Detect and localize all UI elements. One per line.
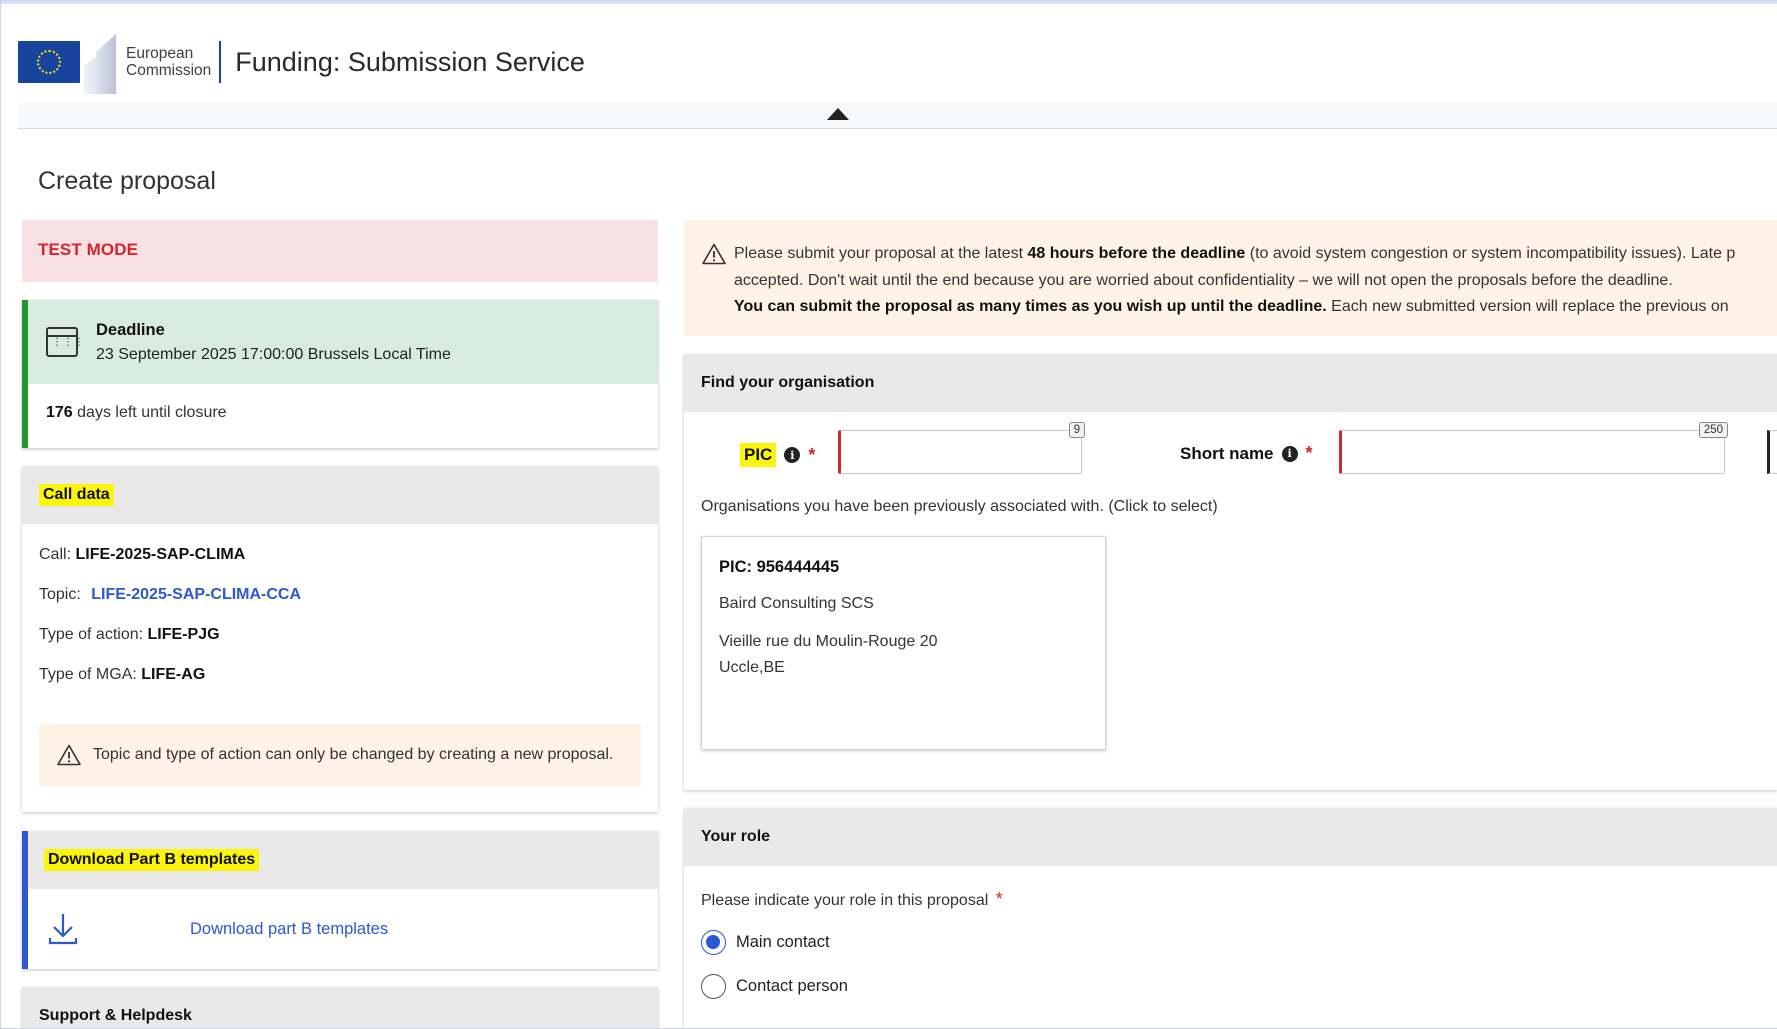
short-name-required-mark: * <box>1305 443 1313 463</box>
org-city: Uccle,BE <box>719 659 785 676</box>
contact-person-label: Contact person <box>736 976 848 995</box>
notice-line-3-b: Each new submitted version will replace … <box>1326 298 1729 315</box>
mga-type-value: LIFE-AG <box>141 666 206 683</box>
topic-change-warning-text: Topic and type of action can only be cha… <box>93 746 614 763</box>
pic-label: PIC i * <box>740 443 815 467</box>
pic-required-mark: * <box>808 444 816 465</box>
short-name-label-text: Short name <box>1180 443 1274 463</box>
org-address: Vieille rue du Moulin-Rouge 20 Uccle,BE <box>719 629 1088 681</box>
notice-line-3: You can submit the proposal as many time… <box>734 294 1777 321</box>
role-question: Please indicate your role in this propos… <box>684 866 1777 910</box>
mga-type-row: Type of MGA: LIFE-AG <box>39 666 641 706</box>
pic-info-icon[interactable]: i <box>784 447 801 463</box>
notice-line-1-c: (to avoid system congestion or system in… <box>1245 245 1736 262</box>
short-name-label: Short name i * <box>1180 443 1313 464</box>
app-header: European Commission Funding: Submission … <box>18 22 1758 102</box>
notice-line-1: Please submit your proposal at the lates… <box>734 241 1777 268</box>
role-option-contact-person[interactable]: Contact person <box>684 964 1777 1008</box>
warning-icon <box>702 243 726 265</box>
pic-label-text: PIC <box>740 443 777 467</box>
role-question-text: Please indicate your role in this propos… <box>701 892 989 909</box>
org-pic: PIC: 956444445 <box>719 558 840 576</box>
main-contact-label: Main contact <box>736 932 830 951</box>
support-heading: Support & Helpdesk <box>22 987 658 1029</box>
notice-line-1-bold: 48 hours before the deadline <box>1027 245 1246 262</box>
deadline-notice: Please submit your proposal at the lates… <box>684 220 1777 336</box>
your-role-heading: Your role <box>684 808 1777 866</box>
deadline-title: Deadline <box>96 320 165 339</box>
main-contact-radio[interactable] <box>701 929 726 955</box>
deadline-header: Deadline 23 September 2025 17:00:00 Brus… <box>28 300 658 384</box>
download-templates-heading: Download Part B templates <box>28 831 658 889</box>
org-search-fields: PIC i * 9 Short name i * 250 <box>684 412 1777 492</box>
warning-icon <box>57 744 81 766</box>
action-type-row: Type of action: LIFE-PJG <box>39 626 641 666</box>
role-required-mark: * <box>995 889 1003 909</box>
berlaymont-icon <box>80 30 120 94</box>
days-left: 176 days left until closure <box>28 384 658 442</box>
download-templates-title: Download Part B templates <box>44 849 260 871</box>
notice-line-1-a: Please submit your proposal at the lates… <box>734 245 1028 262</box>
call-value: LIFE-2025-SAP-CLIMA <box>75 546 246 563</box>
topic-label: Topic: <box>39 586 81 603</box>
call-data-card: Call data Call: LIFE-2025-SAP-CLIMA Topi… <box>22 466 658 812</box>
short-name-info-icon[interactable]: i <box>1281 445 1298 462</box>
pic-char-counter: 9 <box>1068 422 1085 438</box>
short-name-char-counter: 250 <box>1698 422 1728 438</box>
notice-line-2: accepted. Don't wait until the end becau… <box>734 271 1673 289</box>
download-icon[interactable] <box>48 912 78 946</box>
find-organisation-heading: Find your organisation <box>684 354 1777 412</box>
page-title: Create proposal <box>38 167 216 195</box>
app-title: Funding: Submission Service <box>235 46 585 77</box>
screen: European Commission Funding: Submission … <box>0 0 1777 1029</box>
org-street: Vieille rue du Moulin-Rouge 20 <box>719 633 938 650</box>
legal-name-input-edge[interactable] <box>1767 430 1777 474</box>
ec-logo[interactable]: European Commission <box>18 30 211 94</box>
ec-logo-text: European Commission <box>126 45 211 79</box>
eu-flag-icon <box>18 41 80 83</box>
pic-input[interactable]: 9 <box>838 422 1085 474</box>
logo-line-2: Commission <box>126 62 212 79</box>
org-name: Baird Consulting SCS <box>719 595 874 612</box>
call-data-title: Call data <box>39 484 114 506</box>
topic-row: Topic: LIFE-2025-SAP-CLIMA-CCA <box>39 586 641 626</box>
call-label: Call: <box>39 546 72 563</box>
previous-orgs-hint: Organisations you have been previously a… <box>701 498 1218 515</box>
header-collapse-bar <box>18 102 1777 129</box>
action-type-label: Type of action: <box>39 626 144 643</box>
your-role-panel: Your role Please indicate your role in t… <box>684 808 1777 1029</box>
collapse-header-icon[interactable] <box>827 108 849 120</box>
notice-line-3-bold: You can submit the proposal as many time… <box>734 298 1327 315</box>
call-data-heading: Call data <box>22 466 658 524</box>
organisation-option-card[interactable]: PIC: 956444445 Baird Consulting SCS Viei… <box>701 536 1106 750</box>
deadline-card: Deadline 23 September 2025 17:00:00 Brus… <box>22 300 658 448</box>
role-option-main-contact[interactable]: Main contact <box>684 920 1777 964</box>
days-left-suffix: days left until closure <box>77 404 227 421</box>
contact-person-radio[interactable] <box>701 973 726 999</box>
logo-line-1: European <box>126 45 194 62</box>
calendar-icon <box>46 327 85 357</box>
call-row: Call: LIFE-2025-SAP-CLIMA <box>39 546 641 586</box>
topic-change-warning: Topic and type of action can only be cha… <box>39 724 641 786</box>
support-card: Support & Helpdesk <box>22 987 658 1029</box>
find-organisation-panel: Find your organisation PIC i * 9 Short n… <box>684 354 1777 790</box>
logo-separator <box>219 41 222 83</box>
top-border <box>0 0 1777 4</box>
mga-type-label: Type of MGA: <box>39 666 137 683</box>
download-templates-link[interactable]: Download part B templates <box>190 920 388 939</box>
topic-link[interactable]: LIFE-2025-SAP-CLIMA-CCA <box>91 586 301 603</box>
deadline-date: 23 September 2025 17:00:00 Brussels Loca… <box>96 345 451 363</box>
days-left-count: 176 <box>46 404 73 421</box>
action-type-value: LIFE-PJG <box>147 626 220 643</box>
short-name-input[interactable]: 250 <box>1339 422 1728 474</box>
test-mode-banner: TEST MODE <box>22 220 658 282</box>
download-templates-card: Download Part B templates Download part … <box>22 831 658 969</box>
